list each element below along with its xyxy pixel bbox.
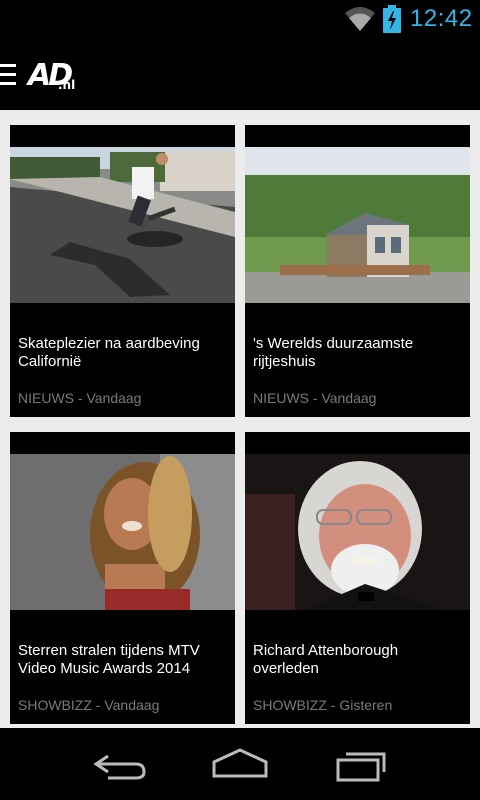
- article-meta: SHOWBIZZ - Vandaag: [18, 697, 159, 713]
- action-bar: AD .nl: [0, 38, 480, 110]
- article-title: Skateplezier na aardbeving Californië: [18, 335, 200, 370]
- meta-separator: -: [326, 697, 340, 713]
- article-card[interactable]: Richard Attenborough overleden SHOWBIZZ …: [245, 432, 470, 724]
- article-image: [245, 454, 470, 610]
- article-meta: SHOWBIZZ - Gisteren: [253, 697, 392, 713]
- article-image: [10, 147, 235, 303]
- article-date: Vandaag: [86, 390, 142, 406]
- article-image: [10, 454, 235, 610]
- article-grid: Skateplezier na aardbeving Californië NI…: [0, 110, 480, 728]
- article-category: NIEUWS: [18, 390, 74, 406]
- back-icon[interactable]: [88, 746, 152, 782]
- wifi-icon: [345, 7, 375, 31]
- article-title: Richard Attenborough overleden: [253, 642, 399, 677]
- menu-icon[interactable]: [0, 64, 16, 85]
- article-category: SHOWBIZZ: [18, 697, 92, 713]
- article-image: [245, 147, 470, 303]
- article-category: NIEUWS: [253, 390, 309, 406]
- article-meta: NIEUWS - Vandaag: [18, 390, 141, 406]
- recents-icon[interactable]: [328, 746, 392, 782]
- meta-separator: -: [74, 390, 87, 406]
- home-icon[interactable]: [208, 746, 272, 782]
- article-date: Vandaag: [104, 697, 160, 713]
- article-title: Sterren stralen tijdens MTV Video Music …: [18, 642, 200, 677]
- article-date: Gisteren: [339, 697, 393, 713]
- article-date: Vandaag: [321, 390, 377, 406]
- meta-separator: -: [309, 390, 322, 406]
- article-category: SHOWBIZZ: [253, 697, 327, 713]
- article-card[interactable]: 's Werelds duurzaamste rijtjeshuis NIEUW…: [245, 125, 470, 417]
- meta-separator: -: [91, 697, 105, 713]
- status-bar: 12:42: [0, 0, 480, 38]
- status-clock: 12:42: [410, 5, 473, 32]
- article-card[interactable]: Skateplezier na aardbeving Californië NI…: [10, 125, 235, 417]
- article-title: 's Werelds duurzaamste rijtjeshuis: [253, 335, 414, 370]
- app-logo[interactable]: AD .nl: [28, 58, 84, 96]
- article-card[interactable]: Sterren stralen tijdens MTV Video Music …: [10, 432, 235, 724]
- navigation-bar: [0, 728, 480, 800]
- article-meta: NIEUWS - Vandaag: [253, 390, 376, 406]
- logo-suffix: .nl: [58, 78, 76, 92]
- battery-charging-icon: [383, 5, 401, 33]
